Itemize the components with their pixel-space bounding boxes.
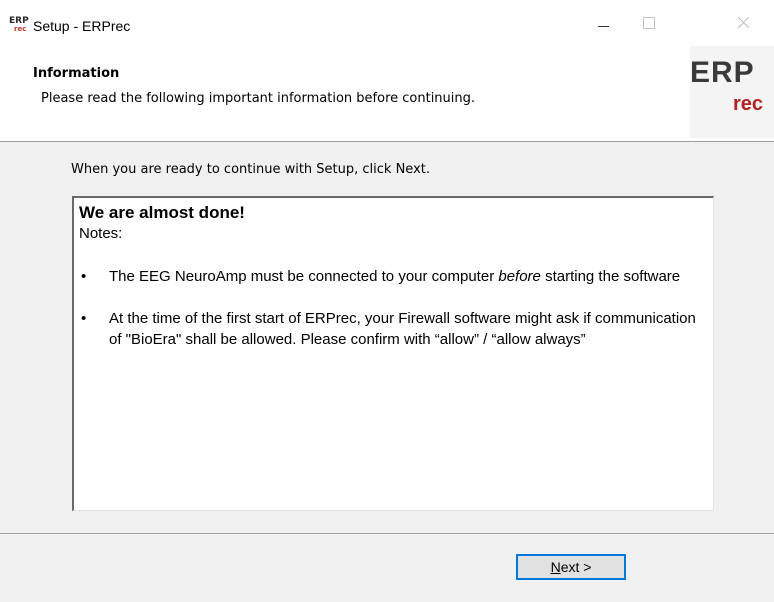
notes-label: Notes: xyxy=(79,225,123,242)
wizard-header: Information Please read the following im… xyxy=(0,46,774,142)
erp-app-icon: ERP rec xyxy=(9,16,29,34)
minimize-icon xyxy=(597,25,609,27)
wizard-footer: Next > xyxy=(0,533,774,602)
next-accelerator: N xyxy=(550,559,561,575)
title-bar[interactable]: ERP rec Setup - ERPrec xyxy=(0,0,774,46)
maximize-icon xyxy=(643,17,655,29)
next-label: ext > xyxy=(560,559,592,575)
page-subtitle: Please read the following important info… xyxy=(41,91,476,106)
information-content: We are almost done! Notes: • The EEG Neu… xyxy=(79,202,703,371)
maximize-button[interactable] xyxy=(626,0,672,46)
bullet-icon: • xyxy=(81,310,87,327)
info-heading: We are almost done! xyxy=(79,203,245,222)
list-item: • The EEG NeuroAmp must be connected to … xyxy=(79,266,703,287)
erprec-logo: ERP rec xyxy=(690,46,774,138)
minimize-button[interactable] xyxy=(580,0,626,46)
bullet-text-2: At the time of the first start of ERPrec… xyxy=(109,310,696,348)
bullet-icon: • xyxy=(81,268,87,285)
app-icon-text-top: ERP xyxy=(9,16,29,26)
app-icon-text-bottom: rec xyxy=(14,25,27,33)
next-button[interactable]: Next > xyxy=(516,554,626,580)
information-memo[interactable]: We are almost done! Notes: • The EEG Neu… xyxy=(72,196,714,511)
bullet-text-1a: The EEG NeuroAmp must be connected to yo… xyxy=(109,268,499,285)
close-icon xyxy=(736,16,750,30)
window-title: Setup - ERPrec xyxy=(33,18,131,34)
logo-text-bottom: rec xyxy=(733,93,764,115)
bullet-text-1b: starting the software xyxy=(540,268,681,285)
wizard-body: When you are ready to continue with Setu… xyxy=(0,142,774,533)
continue-prompt: When you are ready to continue with Setu… xyxy=(71,162,430,177)
setup-window: ERP rec Setup - ERPrec Information Pleas… xyxy=(0,0,774,602)
list-item: • At the time of the first start of ERPr… xyxy=(79,308,703,350)
logo-text-top: ERP xyxy=(690,56,755,89)
notes-list: • The EEG NeuroAmp must be connected to … xyxy=(79,266,703,350)
bullet-text-1-emphasis: before xyxy=(498,268,541,285)
close-button[interactable] xyxy=(720,0,766,46)
page-title: Information xyxy=(33,66,120,81)
